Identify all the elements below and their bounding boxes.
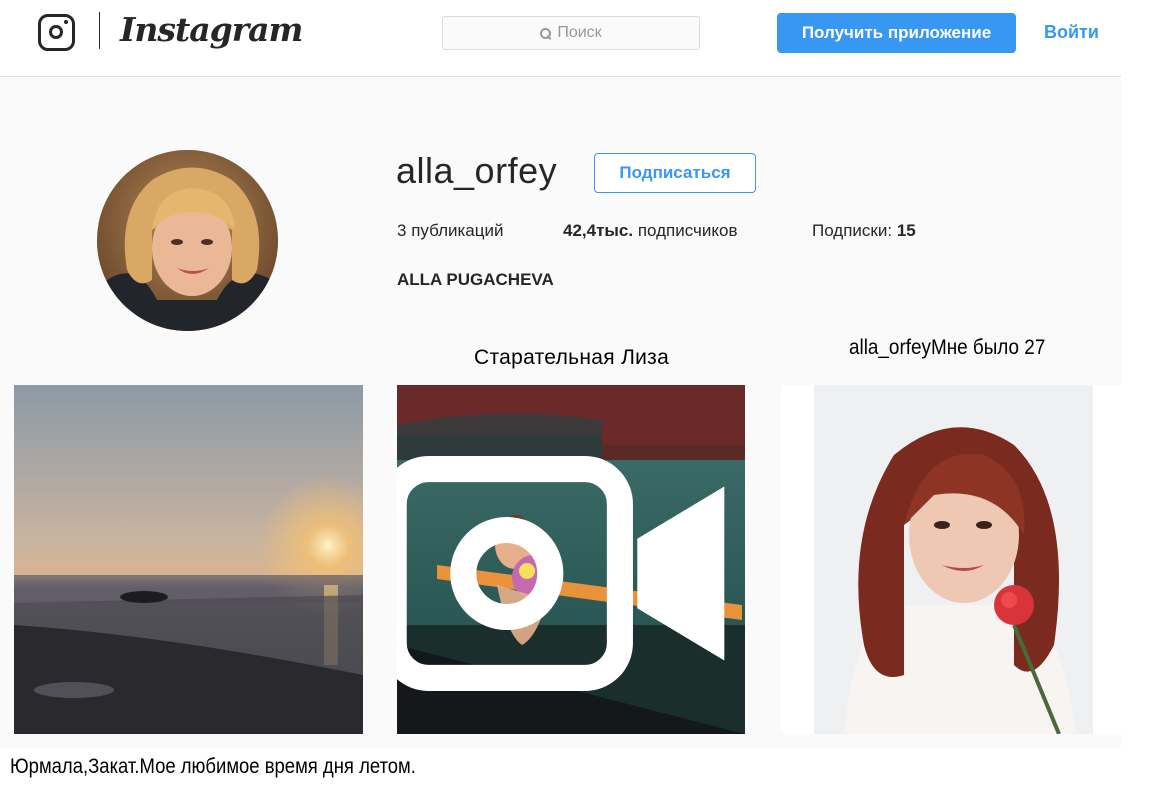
instagram-wordmark[interactable]: Instagram xyxy=(120,10,303,49)
post-tile-sunset[interactable] xyxy=(14,385,363,734)
post-caption-3: alla_orfeyМне было 27 xyxy=(849,336,1046,359)
video-icon xyxy=(397,456,725,691)
instagram-camera-icon[interactable] xyxy=(38,14,75,51)
camera-lens-shape xyxy=(49,25,63,39)
search-input[interactable]: Поиск xyxy=(442,16,700,50)
avatar-image xyxy=(97,150,278,331)
profile-full-name: ALLA PUGACHEVA xyxy=(397,270,554,289)
posts-count-value: 3 xyxy=(397,221,407,240)
following-count-label: Подписки: xyxy=(812,221,893,240)
post-tile-portrait[interactable] xyxy=(814,385,1093,734)
camera-flash-dot xyxy=(64,20,68,24)
logo-divider xyxy=(99,12,100,49)
following-count-value: 15 xyxy=(896,221,916,240)
post-caption-2: Старательная Лиза xyxy=(474,346,670,369)
search-placeholder: Поиск xyxy=(557,24,602,41)
post-tile-pool-video[interactable] xyxy=(397,385,745,734)
followers-count-value: 42,4тыс. xyxy=(563,221,634,240)
posts-count: 3 публикаций xyxy=(397,221,503,241)
following-count[interactable]: Подписки: 15 xyxy=(812,221,916,241)
followers-count[interactable]: 42,4тыс. подписчиков xyxy=(563,221,738,241)
get-app-button[interactable]: Получить приложение xyxy=(777,13,1016,53)
followers-count-label: подписчиков xyxy=(637,221,738,240)
follow-button[interactable]: Подписаться xyxy=(594,153,756,193)
post-caption-1: Юрмала,Закат.Мое любимое время дня летом… xyxy=(10,755,416,778)
login-link[interactable]: Войти xyxy=(1044,22,1099,43)
sunset-photo xyxy=(14,385,363,734)
search-icon xyxy=(540,27,552,39)
profile-username: alla_orfey xyxy=(396,150,558,191)
avatar[interactable] xyxy=(97,150,278,331)
portrait-photo xyxy=(814,385,1093,734)
top-navigation-bar: Instagram Поиск Получить приложение Войт… xyxy=(0,0,1121,77)
posts-count-label: публикаций xyxy=(411,221,504,240)
